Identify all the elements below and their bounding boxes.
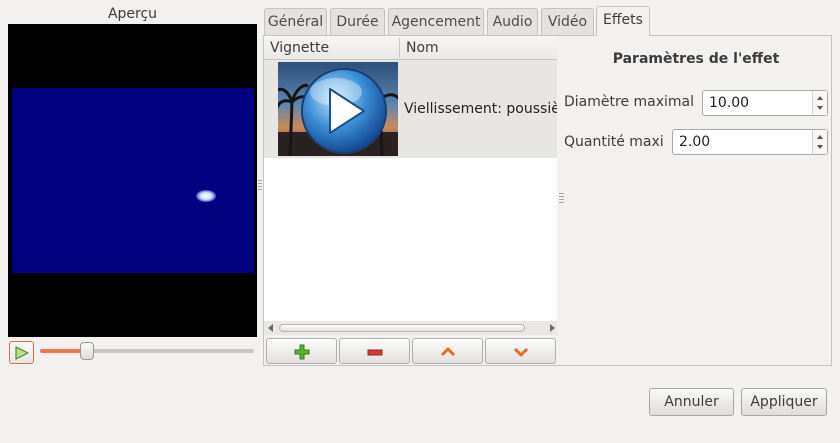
tab-effets[interactable]: Effets	[596, 6, 650, 36]
column-header-nom[interactable]: Nom	[400, 36, 557, 60]
tab-video[interactable]: Vidéo	[541, 8, 594, 35]
pane-resize-handle[interactable]	[258, 180, 262, 192]
list-item[interactable]: Viellissement: poussière	[264, 60, 557, 158]
seek-slider-handle[interactable]	[80, 342, 95, 360]
add-effect-button[interactable]	[266, 338, 337, 364]
spin-up-icon[interactable]	[817, 96, 823, 100]
effects-list[interactable]: Vignette Nom Viellissement: poussière	[264, 36, 557, 321]
spin-buttons[interactable]	[812, 91, 827, 115]
effect-name: Viellissement: poussière	[404, 101, 557, 117]
scroll-right-icon[interactable]	[550, 324, 555, 332]
dust-particle	[196, 190, 216, 202]
preview-title: Aperçu	[107, 6, 158, 22]
move-up-icon	[440, 347, 456, 357]
scrollbar-thumb[interactable]	[279, 324, 525, 332]
cancel-button[interactable]: Annuler	[649, 388, 734, 416]
remove-icon	[367, 349, 383, 356]
spin-value[interactable]: 2.00	[679, 130, 710, 154]
spin-up-icon[interactable]	[817, 135, 823, 139]
parameters-title: Paramètres de l'effet	[612, 51, 780, 67]
play-button[interactable]	[9, 341, 34, 364]
tab-general[interactable]: Général	[264, 8, 327, 35]
list-header: Vignette Nom	[264, 36, 557, 60]
remove-effect-button[interactable]	[339, 338, 410, 364]
column-header-vignette[interactable]: Vignette	[264, 36, 399, 60]
tab-audio[interactable]: Audio	[487, 8, 538, 35]
spin-down-icon[interactable]	[817, 106, 823, 110]
play-icon	[15, 346, 29, 360]
tab-agencement[interactable]: Agencement	[388, 8, 484, 35]
tab-duree[interactable]: Durée	[330, 8, 385, 35]
diametre-maximal-spinbox[interactable]: 10.00	[702, 90, 828, 116]
spin-down-icon[interactable]	[817, 145, 823, 149]
spin-buttons[interactable]	[812, 130, 827, 154]
spin-value[interactable]: 10.00	[709, 91, 749, 115]
apply-button[interactable]: Appliquer	[741, 388, 827, 416]
move-down-button[interactable]	[485, 338, 556, 364]
preview-video-frame	[12, 88, 254, 273]
param-label-diametre: Diamètre maximal	[564, 94, 694, 110]
scroll-left-icon[interactable]	[268, 324, 273, 332]
horizontal-scrollbar[interactable]	[264, 321, 557, 335]
quantite-maxi-spinbox[interactable]: 2.00	[672, 129, 828, 155]
effect-thumbnail	[278, 62, 398, 156]
add-icon	[294, 344, 310, 360]
pane-resize-handle-vertical[interactable]	[559, 193, 564, 203]
param-label-quantite: Quantité maxi	[564, 134, 664, 150]
move-up-button[interactable]	[412, 338, 483, 364]
move-down-icon	[513, 347, 529, 357]
